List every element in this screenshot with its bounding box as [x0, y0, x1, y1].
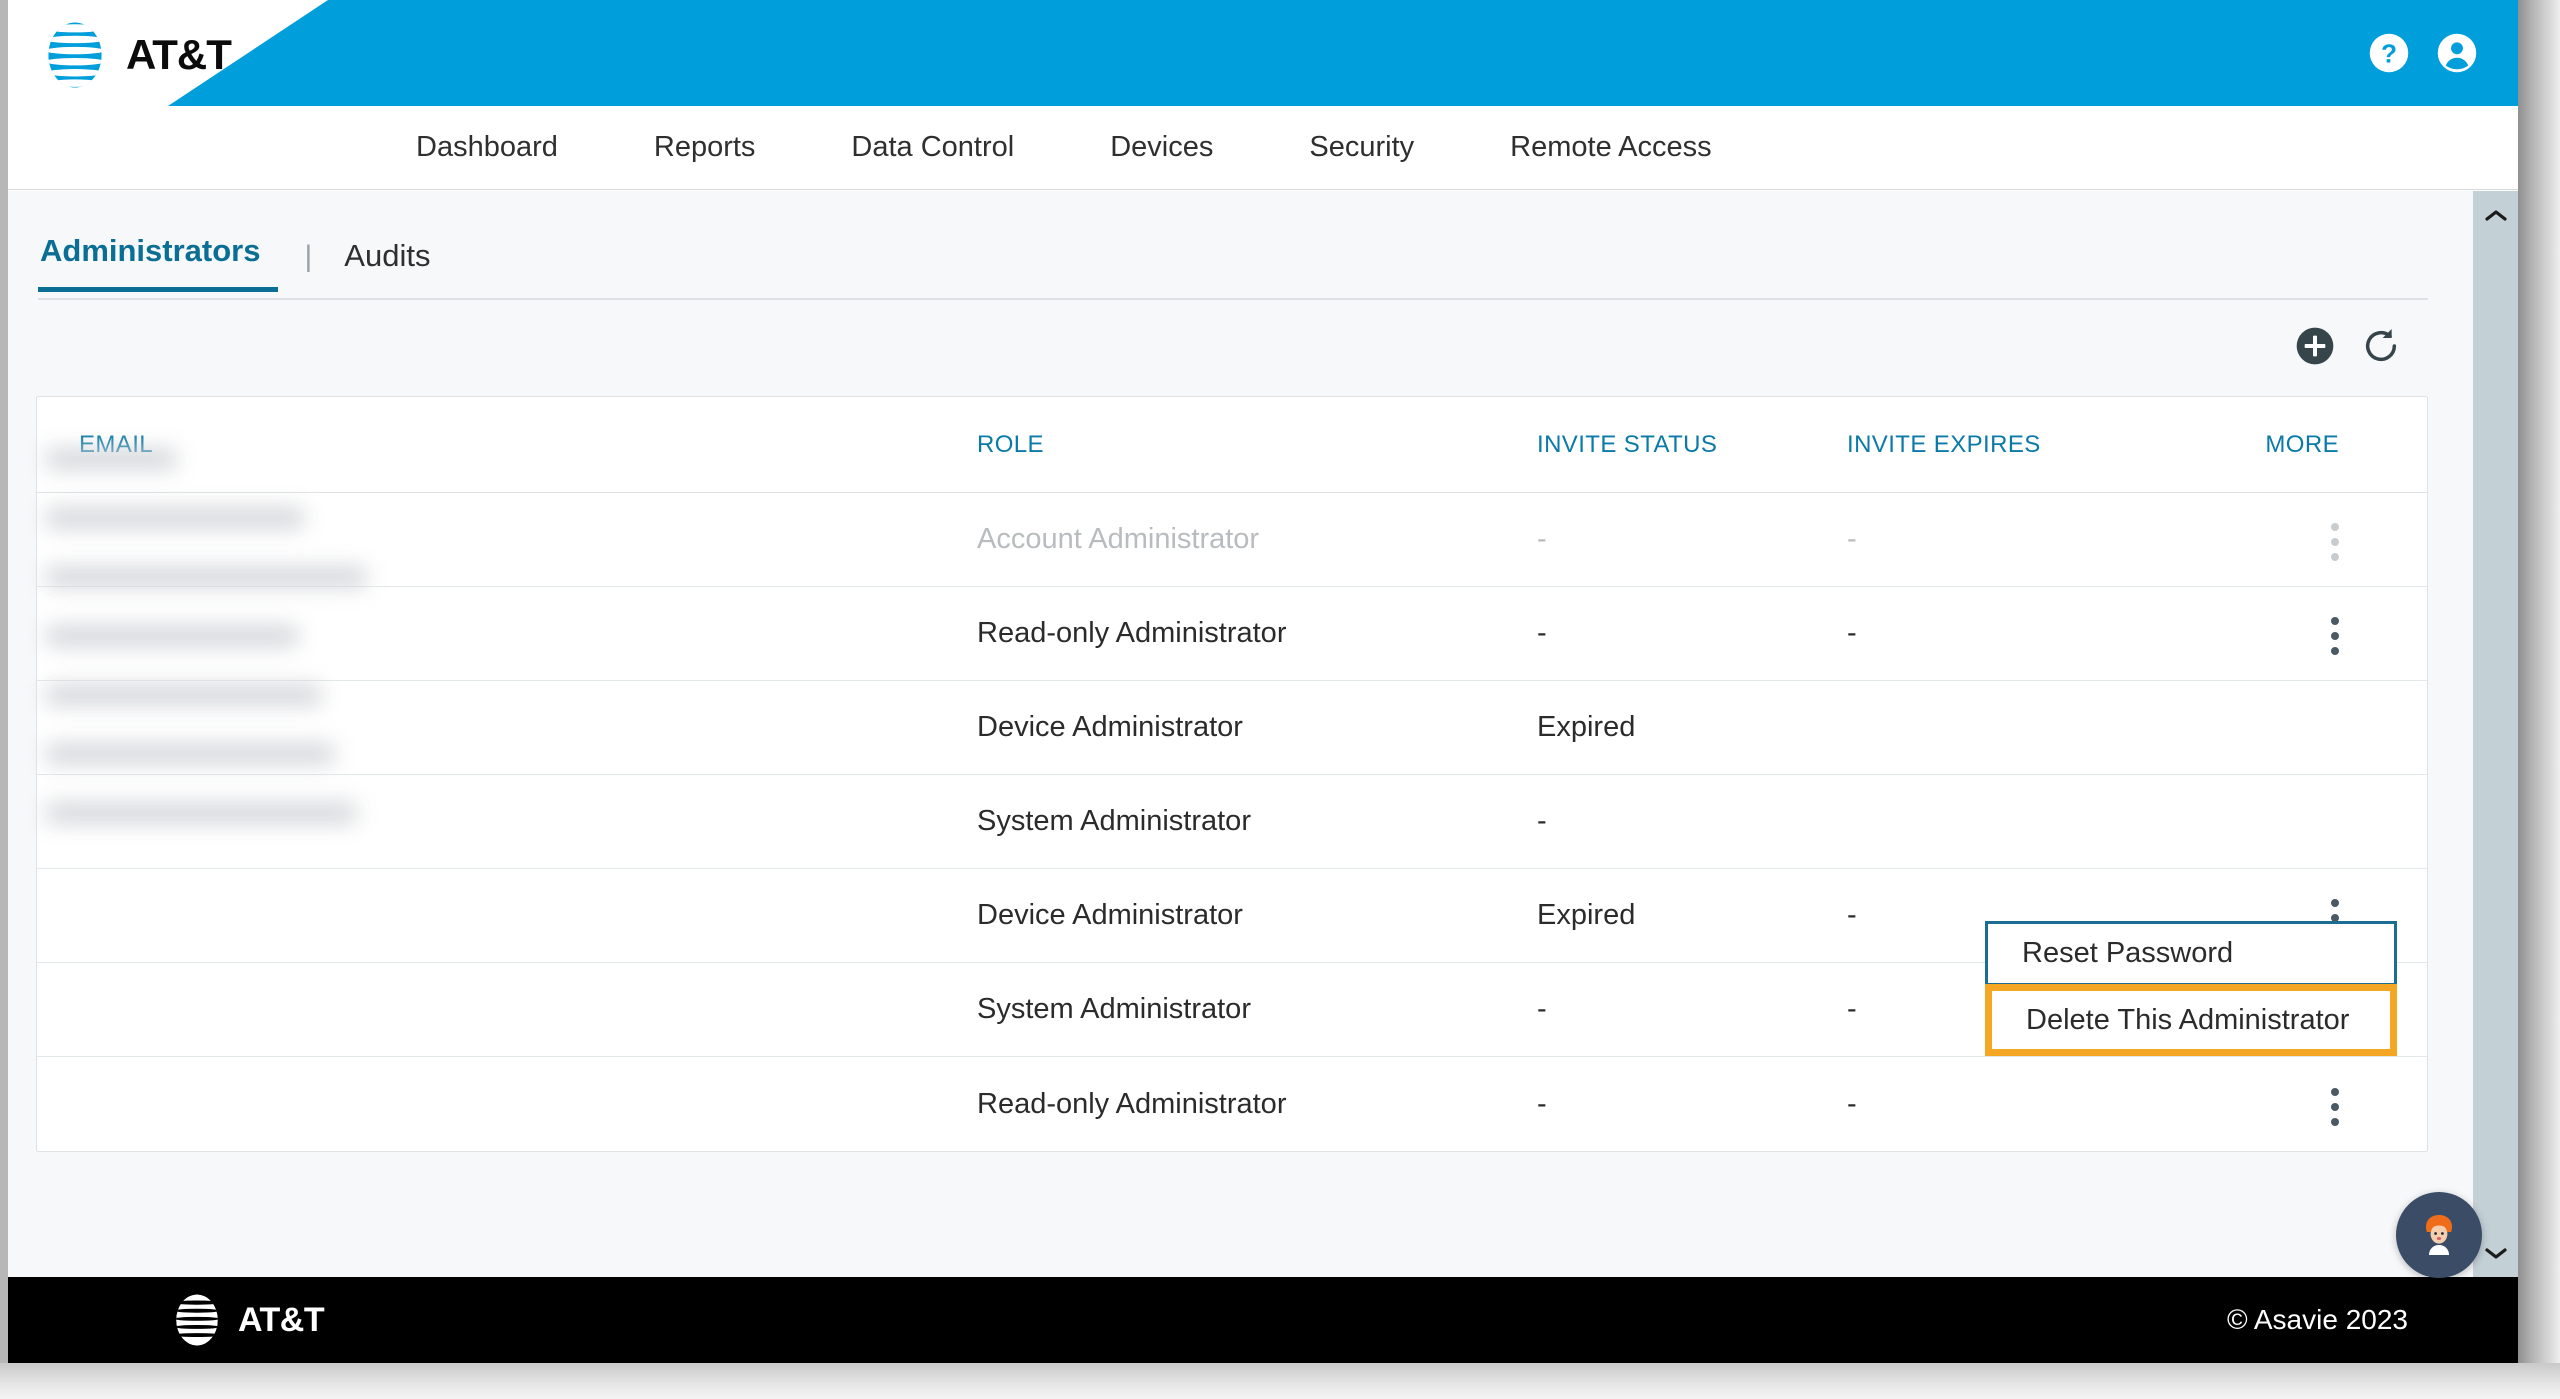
main-navigation: Dashboard Reports Data Control Devices S…	[8, 106, 2518, 190]
menu-item-delete-this-administrator[interactable]: Delete This Administrator	[1985, 984, 2397, 1056]
page-scrollbar[interactable]	[2473, 191, 2518, 1277]
tab-underline-rule	[38, 298, 2428, 300]
chevron-down-icon	[2484, 1248, 2507, 1259]
svg-text:?: ?	[2381, 39, 2397, 69]
help-circle-icon[interactable]: ?	[2368, 32, 2410, 74]
cell-role: System Administrator	[977, 993, 1251, 1025]
table-row[interactable]: Read-only Administrator - -	[37, 587, 2427, 681]
table-row[interactable]: Account Administrator - -	[37, 493, 2427, 587]
column-header-more: MORE	[2265, 430, 2339, 458]
kebab-menu-icon[interactable]	[2331, 1087, 2339, 1126]
chevron-up-icon	[2484, 210, 2507, 221]
table-row[interactable]: Read-only Administrator - -	[37, 1057, 2427, 1151]
content-area: Administrators | Audits EMAIL ROLE INVIT…	[8, 191, 2473, 1277]
window-frame-bottom	[0, 1363, 2560, 1399]
att-wordmark: AT&T	[126, 31, 232, 78]
footer-copyright: © Asavie 2023	[2227, 1304, 2408, 1335]
table-row[interactable]: System Administrator -	[37, 775, 2427, 869]
nav-item-dashboard[interactable]: Dashboard	[368, 131, 606, 164]
tab-administrators[interactable]: Administrators	[38, 233, 279, 292]
cell-invite-status: Expired	[1537, 899, 1636, 931]
cell-invite-status: -	[1537, 805, 1547, 837]
nav-item-data-control[interactable]: Data Control	[803, 131, 1062, 164]
table-row[interactable]: Device Administrator Expired	[37, 681, 2427, 775]
section-tabs: Administrators | Audits	[38, 233, 440, 292]
nav-item-security[interactable]: Security	[1261, 131, 1462, 164]
nav-item-devices[interactable]: Devices	[1062, 131, 1261, 164]
nav-item-reports[interactable]: Reports	[606, 131, 804, 164]
cell-role: Account Administrator	[977, 523, 1260, 555]
cell-invite-status: -	[1537, 1087, 1547, 1120]
tab-audits[interactable]: Audits	[338, 238, 440, 292]
att-logo-header[interactable]: AT&T	[38, 12, 338, 98]
chat-widget-button[interactable]	[2396, 1192, 2482, 1278]
column-header-role[interactable]: ROLE	[977, 431, 1537, 459]
cell-invite-expires: -	[1847, 523, 1857, 555]
row-actions-menu: Reset Password Delete This Administrator	[1985, 921, 2397, 1056]
top-banner-icons: ?	[2368, 0, 2478, 106]
nav-item-remote-access[interactable]: Remote Access	[1462, 131, 1759, 164]
kebab-menu-icon[interactable]	[2331, 617, 2339, 655]
chat-agent-avatar-icon	[2426, 1215, 2452, 1255]
window-frame-left	[0, 0, 8, 1399]
column-header-invite-status[interactable]: INVITE STATUS	[1537, 431, 1847, 459]
cell-invite-status: -	[1537, 993, 1547, 1025]
account-circle-icon[interactable]	[2436, 32, 2478, 74]
cell-role: Device Administrator	[977, 711, 1243, 743]
application-page: AT&T ? Dashboard Reports Data Control De…	[8, 0, 2518, 1363]
column-header-invite-expires[interactable]: INVITE EXPIRES	[1847, 431, 2187, 459]
refresh-icon[interactable]	[2361, 326, 2401, 366]
table-action-bar	[2295, 326, 2401, 366]
cell-role: Device Administrator	[977, 899, 1243, 931]
plus-circle-icon[interactable]	[2295, 326, 2335, 366]
top-banner: AT&T ?	[8, 0, 2518, 106]
window-frame-right	[2518, 0, 2560, 1399]
scrollbar-up-button[interactable]	[2473, 195, 2518, 235]
top-banner-blue-fill	[168, 0, 2518, 106]
cell-role: Read-only Administrator	[977, 1087, 1287, 1120]
cell-role: System Administrator	[977, 805, 1251, 837]
table-header-row: EMAIL ROLE INVITE STATUS INVITE EXPIRES …	[37, 397, 2427, 493]
cell-invite-status: -	[1537, 617, 1547, 649]
scrollbar-thumb[interactable]	[2476, 237, 2515, 1097]
cell-invite-expires: -	[1847, 993, 1857, 1025]
att-wordmark-footer: AT&T	[238, 1300, 325, 1339]
column-header-email[interactable]: EMAIL	[37, 431, 977, 459]
kebab-menu-icon[interactable]	[2331, 523, 2339, 561]
page-footer: AT&T © Asavie 2023	[8, 1277, 2518, 1363]
browser-viewport: AT&T ? Dashboard Reports Data Control De…	[0, 0, 2560, 1399]
cell-invite-status: Expired	[1537, 711, 1636, 743]
tab-separator: |	[304, 240, 313, 273]
cell-role: Read-only Administrator	[977, 617, 1287, 649]
cell-invite-expires: -	[1847, 617, 1857, 649]
menu-item-reset-password[interactable]: Reset Password	[1985, 921, 2397, 986]
cell-invite-status: -	[1537, 523, 1547, 555]
cell-invite-expires: -	[1847, 899, 1857, 931]
cell-invite-expires: -	[1847, 1087, 1857, 1120]
att-globe-icon	[176, 1294, 218, 1346]
att-globe-icon	[48, 22, 102, 88]
att-logo-footer: AT&T	[168, 1291, 325, 1349]
